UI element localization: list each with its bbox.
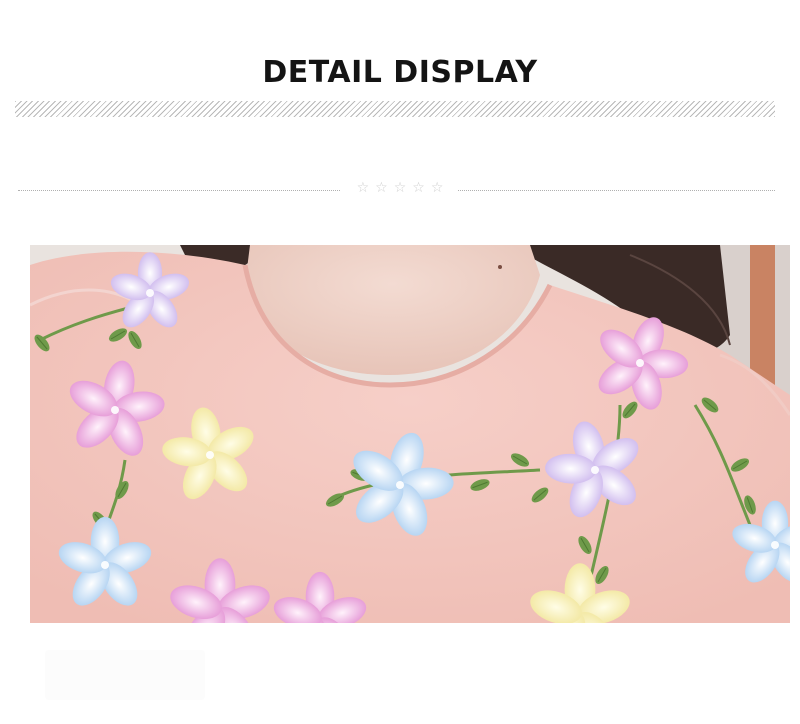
star-icon: ☆ [375, 180, 388, 196]
product-detail-photo [30, 245, 790, 623]
dress-illustration [30, 245, 790, 623]
star-icon: ☆ [412, 180, 425, 196]
star-icon: ☆ [356, 180, 370, 196]
dotted-divider-right [458, 190, 775, 191]
faded-watermark [360, 130, 440, 150]
page-title: DETAIL DISPLAY [262, 55, 538, 90]
faded-caption [45, 650, 205, 700]
star-divider: ☆ ☆ ☆ ☆ ☆ [348, 180, 452, 200]
star-icon: ☆ [393, 180, 407, 196]
dotted-divider-left [18, 190, 340, 191]
hatched-divider [15, 101, 775, 117]
star-icon: ☆ [430, 180, 444, 196]
